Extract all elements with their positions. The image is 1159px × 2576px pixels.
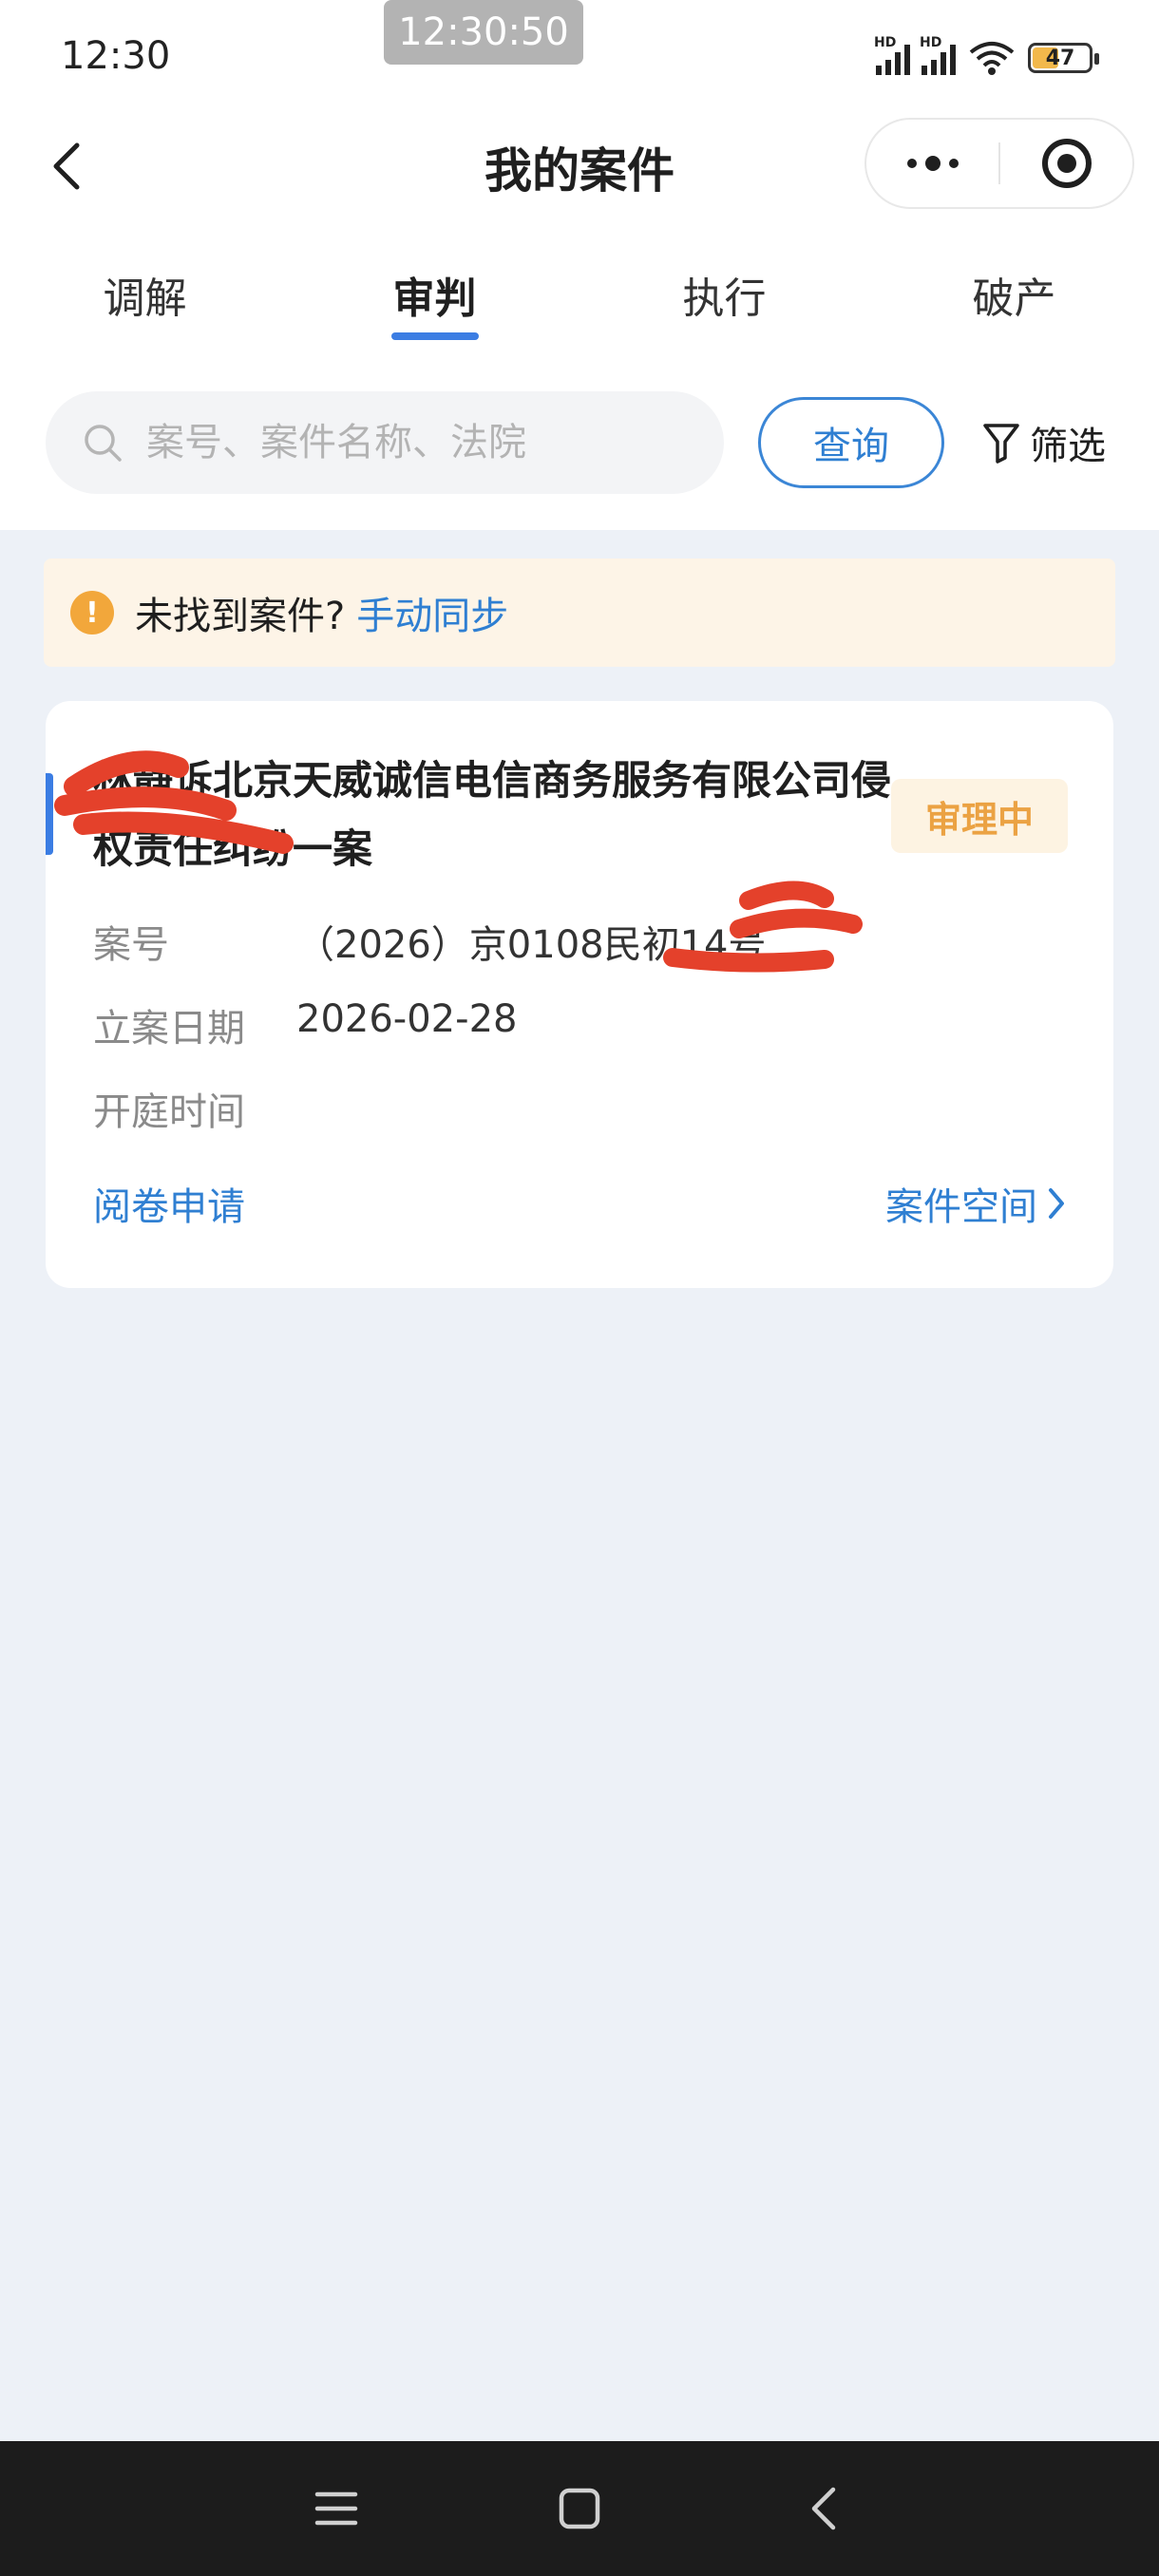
more-button[interactable]	[866, 120, 998, 207]
field-label: 案号	[93, 923, 169, 967]
field-filing-date: 立案日期 2026-02-28	[93, 997, 517, 1052]
search-box[interactable]	[46, 391, 724, 494]
action-label: 阅卷申请	[93, 1185, 245, 1229]
home-square-icon	[559, 2488, 600, 2529]
more-dots-icon	[906, 156, 959, 171]
filter-label: 筛选	[1030, 425, 1106, 468]
field-value: （2026）京0108民初14号	[296, 923, 767, 967]
back-triangle-icon	[811, 2487, 836, 2530]
card-accent-bar	[46, 773, 53, 855]
status-badge: 审理中	[891, 779, 1068, 853]
field-case-number: 案号 （2026）京0108民初14号	[93, 914, 767, 969]
file-review-request-link[interactable]: 阅卷申请	[93, 1176, 245, 1231]
case-space-link[interactable]: 案件空间	[885, 1176, 1066, 1231]
mini-program-capsule	[864, 118, 1134, 209]
search-icon	[85, 425, 122, 462]
case-type-tabs: 调解 审判 执行 破产	[0, 228, 1159, 351]
tab-trial[interactable]: 审判	[290, 228, 580, 351]
search-input[interactable]	[146, 421, 678, 464]
hd-label: HD	[920, 35, 942, 50]
menu-icon	[314, 2491, 358, 2526]
tab-label: 审判	[392, 275, 477, 323]
notice-text: 未找到案件?	[135, 595, 346, 638]
tab-label: 执行	[682, 275, 767, 323]
battery-icon: 47	[1028, 43, 1099, 73]
screenshot-time-overlay: 12:30:50	[384, 0, 583, 65]
case-title: 林静诉北京天威诚信电信商务服务有限公司侵权责任纠纷一案	[93, 757, 892, 872]
system-nav-bar	[0, 2441, 1159, 2576]
tab-execution[interactable]: 执行	[580, 228, 869, 351]
action-label: 案件空间	[885, 1185, 1037, 1229]
manual-sync-link[interactable]: 手动同步	[356, 585, 508, 640]
menu-button[interactable]	[310, 2482, 363, 2535]
tab-bankruptcy[interactable]: 破产	[869, 228, 1159, 351]
signal-hd-icon: HD	[920, 35, 956, 75]
hd-label: HD	[874, 35, 897, 50]
system-back-button[interactable]	[796, 2482, 849, 2535]
signal-hd-icon: HD	[874, 35, 910, 75]
filter-icon	[983, 424, 1019, 464]
title-bar: 我的案件	[0, 104, 1159, 228]
target-icon	[1041, 139, 1092, 188]
field-hearing-time: 开庭时间	[93, 1081, 315, 1136]
battery-level: 47	[1045, 46, 1075, 70]
chevron-right-icon	[1049, 1188, 1064, 1219]
status-bar: 12:30 12:30:50 HD HD 47	[0, 0, 1159, 104]
home-button[interactable]	[553, 2482, 606, 2535]
field-label: 立案日期	[93, 1007, 245, 1051]
sync-notice: ! 未找到案件? 手动同步	[44, 559, 1115, 667]
close-mini-program-button[interactable]	[1000, 120, 1132, 207]
active-tab-indicator	[390, 332, 479, 340]
tab-mediation[interactable]: 调解	[0, 228, 290, 351]
search-row: 查询 筛选	[0, 351, 1159, 530]
field-label: 开庭时间	[93, 1090, 245, 1134]
wifi-icon	[969, 42, 1015, 75]
tab-label: 破产	[972, 275, 1056, 323]
warning-icon: !	[70, 591, 114, 635]
tab-label: 调解	[103, 275, 187, 323]
case-card[interactable]: 林静诉北京天威诚信电信商务服务有限公司侵权责任纠纷一案 审理中 案号 （2026…	[46, 701, 1113, 1288]
field-value: 2026-02-28	[296, 997, 518, 1041]
status-time: 12:30	[61, 34, 171, 78]
status-icons: HD HD 47	[874, 35, 1099, 80]
query-button[interactable]: 查询	[758, 397, 944, 488]
filter-button[interactable]: 筛选	[982, 412, 1106, 473]
